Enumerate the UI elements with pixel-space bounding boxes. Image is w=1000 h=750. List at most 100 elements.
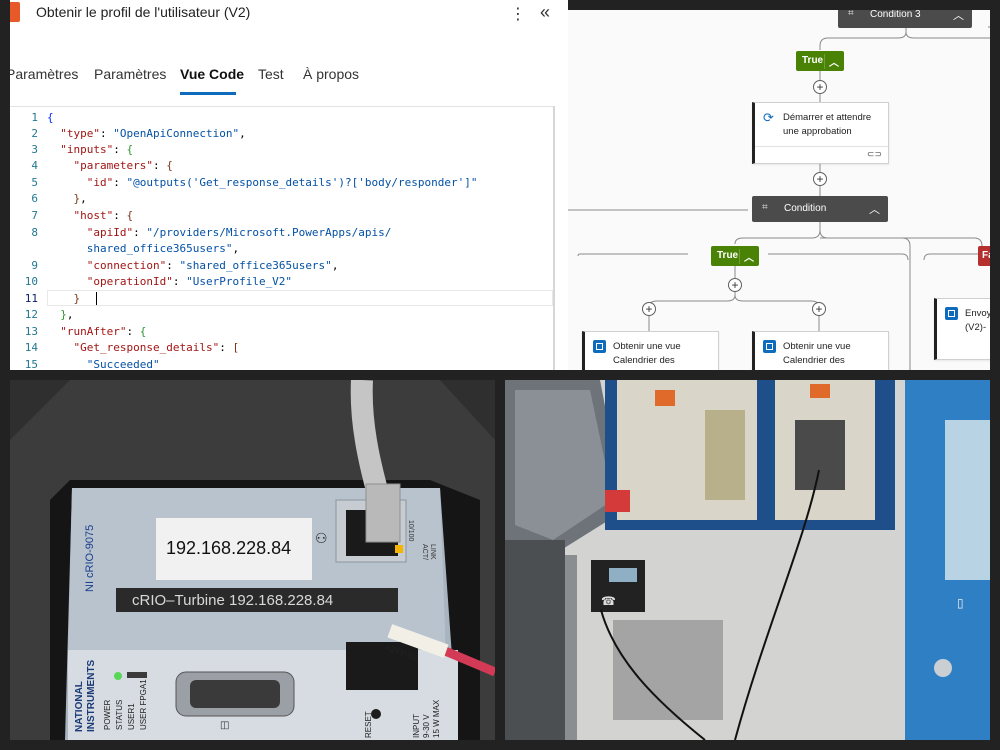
calendar-view-card-2[interactable]: Obtenir une vue Calendrier des bbox=[752, 331, 889, 370]
chevron-up-icon[interactable]: ︿ bbox=[953, 10, 964, 23]
network-icon: ⚇ bbox=[315, 530, 328, 546]
input-label-1: INPUT bbox=[412, 714, 421, 738]
condition-label: Condition bbox=[784, 203, 827, 214]
code-line: "runAfter": { bbox=[60, 325, 147, 338]
add-step-icon[interactable]: + bbox=[642, 302, 656, 316]
flow-designer-canvas[interactable]: ⌗ Condition 3 ︿ True ︿ + ⟳ Démarrer et a… bbox=[568, 10, 990, 370]
device-name-label: cRIO–Turbine 192.168.228.84 bbox=[132, 592, 334, 609]
tab-bar: Paramètres Paramètres Vue Code Test À pr… bbox=[10, 62, 568, 96]
office365-icon bbox=[593, 340, 606, 353]
port-link-label: LINK bbox=[429, 544, 436, 560]
line-number: 1 bbox=[31, 111, 38, 124]
condition-3-label: Condition 3 bbox=[870, 10, 921, 20]
condition-header[interactable]: ⌗ Condition ︿ bbox=[752, 196, 888, 222]
code-line: "inputs": { bbox=[60, 143, 134, 156]
line-number: 6 bbox=[31, 192, 38, 205]
port-speed-label: 10/100 bbox=[407, 520, 414, 542]
line-number: 5 bbox=[31, 176, 38, 189]
code-line: "apiId": "/providers/Microsoft.PowerApps… bbox=[86, 226, 392, 239]
reset-label: RESET bbox=[364, 711, 373, 738]
input-label-2: 9-30 V bbox=[422, 714, 431, 738]
tab-parameters-1[interactable]: Paramètres bbox=[10, 66, 78, 82]
approval-action-card[interactable]: ⟳ Démarrer et attendre une approbation ⊂… bbox=[752, 102, 889, 164]
code-line: }, bbox=[73, 192, 87, 205]
code-line-wrap: shared_office365users", bbox=[86, 242, 240, 255]
send-email-card[interactable]: Envoy (V2)- bbox=[934, 298, 990, 360]
code-line: "parameters": { bbox=[73, 159, 173, 172]
approval-action-label: Démarrer et attendre une approbation bbox=[783, 112, 872, 137]
panel-title: Obtenir le profil de l'utilisateur (V2) bbox=[36, 4, 251, 20]
active-tab-indicator bbox=[180, 92, 236, 95]
crio-controller-photo: 192.168.228.84 NI cRIO-9075 cRIO–Turbine… bbox=[10, 380, 495, 740]
led-label-status: STATUS bbox=[115, 699, 124, 730]
true-branch-badge[interactable]: True ︿ bbox=[796, 51, 844, 71]
text-cursor bbox=[96, 292, 97, 305]
code-view-panel: Obtenir le profil de l'utilisateur (V2) … bbox=[10, 0, 568, 370]
chevron-up-icon[interactable]: ︿ bbox=[869, 201, 880, 217]
true-label: True bbox=[717, 250, 739, 261]
line-number: 4 bbox=[31, 159, 38, 172]
line-number: 13 bbox=[24, 325, 38, 338]
add-step-icon[interactable]: + bbox=[812, 302, 826, 316]
office365-icon bbox=[945, 307, 958, 320]
brand-line-2: INSTRUMENTS bbox=[86, 659, 97, 732]
add-step-icon[interactable]: + bbox=[813, 172, 827, 186]
brand-line-1: NATIONAL bbox=[74, 681, 85, 732]
calendar-view-label-1: Obtenir une vue Calendrier des bbox=[613, 341, 681, 366]
true-label: True bbox=[802, 55, 824, 66]
card-divider bbox=[755, 146, 888, 147]
editor-scrollbar[interactable] bbox=[553, 106, 555, 370]
line-number: 10 bbox=[24, 275, 38, 288]
code-line: "Get_response_details": [ bbox=[73, 341, 240, 354]
tab-parameters-2[interactable]: Paramètres bbox=[94, 66, 166, 82]
chevron-up-icon[interactable]: ︿ bbox=[824, 54, 839, 69]
code-line: } bbox=[73, 292, 81, 305]
false-branch-badge[interactable]: Fa bbox=[978, 246, 990, 266]
send-email-label: Envoy (V2)- bbox=[965, 308, 990, 333]
model-label: NI cRIO-9075 bbox=[84, 524, 96, 592]
office-app-icon bbox=[10, 2, 20, 22]
chevron-up-icon[interactable]: ︿ bbox=[739, 249, 754, 264]
code-line: "type": "OpenApiConnection", bbox=[60, 127, 246, 140]
current-line-highlight bbox=[47, 290, 553, 306]
add-step-icon[interactable]: + bbox=[728, 278, 742, 292]
tab-about[interactable]: À propos bbox=[303, 66, 359, 82]
line-number: 8 bbox=[31, 226, 38, 239]
panel-titlebar: Obtenir le profil de l'utilisateur (V2) … bbox=[10, 0, 568, 28]
serial-port-icon: ◫ bbox=[220, 720, 230, 731]
ip-address-label: 192.168.228.84 bbox=[166, 538, 292, 558]
code-line: "host": { bbox=[73, 209, 134, 222]
room-photo-drawing bbox=[505, 380, 990, 740]
code-line: "Succeeded" bbox=[86, 358, 160, 370]
add-step-icon[interactable]: + bbox=[813, 80, 827, 94]
line-number: 7 bbox=[31, 209, 38, 222]
false-label: Fa bbox=[982, 250, 990, 261]
led-label-power: POWER bbox=[103, 699, 112, 730]
tab-test[interactable]: Test bbox=[258, 66, 284, 82]
line-number: 3 bbox=[31, 143, 38, 156]
door-icon: ▯ bbox=[957, 596, 964, 610]
collapse-panel-icon[interactable]: « bbox=[540, 2, 550, 23]
calendar-view-label-2: Obtenir une vue Calendrier des bbox=[783, 341, 851, 366]
code-line: { bbox=[47, 111, 54, 124]
office365-icon bbox=[763, 340, 776, 353]
led-label-user-fpga: USER FPGA1 bbox=[139, 679, 148, 730]
flow-connectors bbox=[568, 26, 990, 370]
tab-code-view[interactable]: Vue Code bbox=[180, 66, 244, 82]
true-branch-badge[interactable]: True ︿ bbox=[711, 246, 759, 266]
code-line: "operationId": "UserProfile_V2" bbox=[86, 275, 293, 288]
desk-phone-icon: ☎ bbox=[601, 594, 616, 608]
port-act-label: ACT/ bbox=[421, 544, 428, 560]
more-options-icon[interactable]: ⋮ bbox=[510, 4, 526, 24]
line-number: 11 bbox=[24, 292, 38, 305]
condition-icon: ⌗ bbox=[762, 202, 768, 213]
calendar-view-card-1[interactable]: Obtenir une vue Calendrier des bbox=[582, 331, 719, 370]
condition-3-header[interactable]: ⌗ Condition 3 ︿ bbox=[838, 10, 972, 28]
line-number: 9 bbox=[31, 259, 38, 272]
line-number: 2 bbox=[31, 127, 38, 140]
condition-icon: ⌗ bbox=[848, 10, 854, 19]
link-icon: ⊂⊃ bbox=[866, 149, 882, 159]
line-number: 14 bbox=[24, 341, 38, 354]
input-label-3: 15 W MAX bbox=[432, 699, 441, 738]
code-line: }, bbox=[60, 308, 74, 321]
